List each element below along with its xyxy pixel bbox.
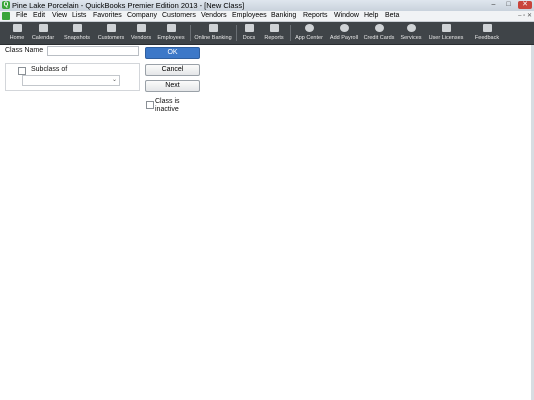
toolbar-label: Snapshots	[64, 35, 90, 41]
toolbar-vendors[interactable]: Vendors	[128, 22, 154, 44]
services-icon	[406, 24, 416, 32]
toolbar-label: Add Payroll	[329, 35, 359, 41]
user-licenses-icon	[441, 24, 451, 32]
docs-icon	[244, 24, 254, 32]
window-title: Pine Lake Porcelain - QuickBooks Premier…	[12, 1, 245, 10]
toolbar-customers[interactable]: Customers	[95, 22, 127, 44]
toolbar-label: User Licenses	[428, 35, 464, 41]
minimize-button[interactable]: –	[488, 1, 499, 9]
menu-beta[interactable]: Beta	[385, 12, 399, 19]
menu-reports[interactable]: Reports	[303, 12, 328, 19]
app-center-icon	[304, 24, 314, 32]
toolbar-home[interactable]: Home	[4, 22, 30, 44]
toolbar-label: Feedback	[474, 35, 500, 41]
vendors-icon	[136, 24, 146, 32]
toolbar-label: App Center	[295, 35, 323, 41]
toolbar-calendar[interactable]: Calendar	[30, 22, 56, 44]
toolbar-label: Customers	[97, 35, 125, 41]
menu-company[interactable]: Company	[127, 12, 157, 19]
toolbar-label: Docs	[242, 35, 256, 41]
credit-cards-icon	[374, 24, 384, 32]
toolbar-feedback[interactable]: Feedback	[472, 22, 502, 44]
menu-banking[interactable]: Banking	[271, 12, 296, 19]
subclass-dropdown[interactable]: ⌄	[22, 75, 120, 86]
menu-help[interactable]: Help	[364, 12, 378, 19]
child-window-controls[interactable]: – ▫ ✕	[518, 12, 532, 19]
toolbar-label: Credit Cards	[363, 35, 395, 41]
class-inactive-label: Class is inactive	[155, 98, 180, 113]
toolbar-label: Reports	[264, 35, 284, 41]
employees-icon	[166, 24, 176, 32]
toolbar-employees[interactable]: Employees	[155, 22, 187, 44]
menu-vendors[interactable]: Vendors	[201, 12, 227, 19]
toolbar-separator	[236, 25, 237, 41]
toolbar-label: Vendors	[130, 35, 152, 41]
toolbar-separator	[290, 25, 291, 41]
toolbar-online-banking[interactable]: Online Banking	[192, 22, 234, 44]
online-banking-icon	[208, 24, 218, 32]
next-button[interactable]: Next	[145, 80, 200, 92]
feedback-icon	[482, 24, 492, 32]
calendar-icon	[38, 24, 48, 32]
customers-icon	[106, 24, 116, 32]
class-inactive-checkbox[interactable]	[146, 101, 154, 109]
home-icon	[12, 24, 22, 32]
toolbar-label: Home	[9, 35, 25, 41]
toolbar-docs[interactable]: Docs	[238, 22, 260, 44]
toolbar-label: Services	[400, 35, 422, 41]
ok-button[interactable]: OK	[145, 47, 200, 59]
close-button[interactable]: ✕	[518, 1, 532, 9]
reports-icon	[269, 24, 279, 32]
toolbar-user-licenses[interactable]: User Licenses	[426, 22, 466, 44]
menu-bar: File Edit View Lists Favorites Company C…	[0, 11, 534, 22]
menu-file[interactable]: File	[16, 12, 27, 19]
toolbar-app-center[interactable]: App Center	[292, 22, 326, 44]
menu-employees[interactable]: Employees	[232, 12, 267, 19]
add-payroll-icon	[339, 24, 349, 32]
toolbar-label: Employees	[157, 35, 185, 41]
class-name-input[interactable]	[47, 46, 139, 56]
toolbar-add-payroll[interactable]: Add Payroll	[327, 22, 361, 44]
cancel-button[interactable]: Cancel	[145, 64, 200, 76]
toolbar-snapshots[interactable]: Snapshots	[61, 22, 93, 44]
quickbooks-app-icon: Q	[2, 1, 10, 9]
snapshots-icon	[72, 24, 82, 32]
chevron-down-icon: ⌄	[111, 77, 117, 83]
menu-window[interactable]: Window	[334, 12, 359, 19]
icon-toolbar: Home Calendar Snapshots Customers Vendor…	[0, 22, 534, 45]
menu-favorites[interactable]: Favorites	[93, 12, 122, 19]
toolbar-reports[interactable]: Reports	[261, 22, 287, 44]
menu-lists[interactable]: Lists	[72, 12, 86, 19]
menu-customers[interactable]: Customers	[162, 12, 196, 19]
subclass-checkbox[interactable]	[18, 67, 26, 75]
toolbar-services[interactable]: Services	[397, 22, 425, 44]
toolbar-separator	[190, 25, 191, 41]
class-name-label: Class Name	[5, 47, 44, 54]
new-class-form: Class Name Subclass of ⌄ OK Cancel Next …	[0, 45, 534, 400]
toolbar-label: Calendar	[31, 35, 55, 41]
document-menu-icon[interactable]	[2, 12, 10, 20]
toolbar-credit-cards[interactable]: Credit Cards	[362, 22, 396, 44]
menu-view[interactable]: View	[52, 12, 67, 19]
menu-edit[interactable]: Edit	[33, 12, 45, 19]
toolbar-label: Online Banking	[194, 35, 232, 41]
subclass-label: Subclass of	[31, 66, 68, 73]
maximize-button[interactable]: □	[503, 1, 514, 9]
